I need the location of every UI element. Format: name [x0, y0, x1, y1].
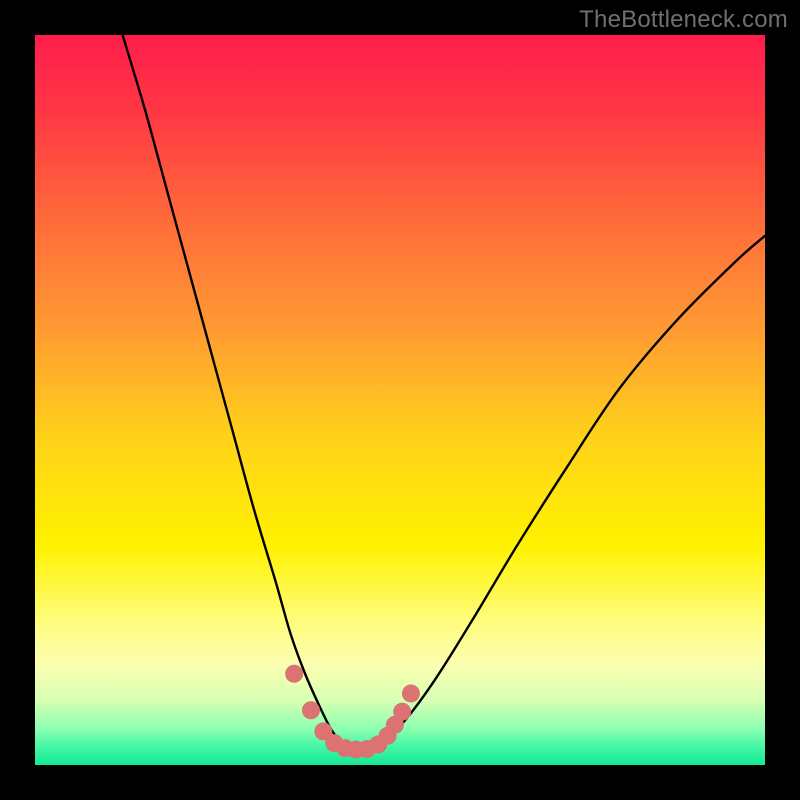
valley-dot — [393, 703, 411, 721]
valley-dot — [402, 684, 420, 702]
chart-frame: TheBottleneck.com — [0, 0, 800, 800]
valley-dot — [302, 701, 320, 719]
attribution-text: TheBottleneck.com — [579, 6, 788, 34]
bottleneck-chart — [35, 35, 765, 765]
valley-dot — [285, 665, 303, 683]
gradient-background — [35, 35, 765, 765]
plot-area — [35, 35, 765, 765]
